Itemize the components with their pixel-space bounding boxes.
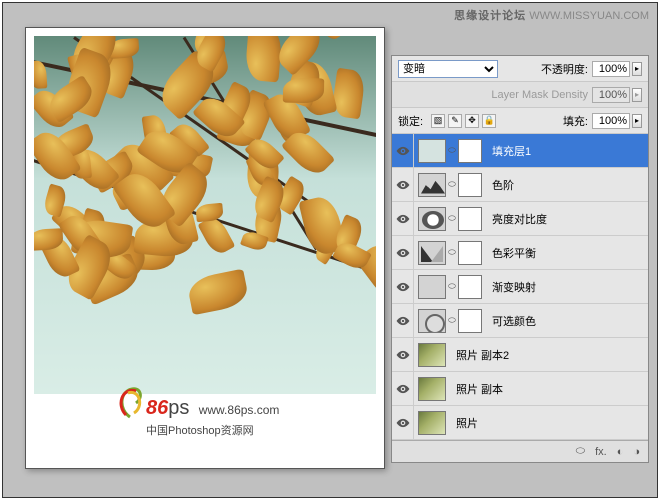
layer-mask-thumb[interactable] [458, 139, 482, 163]
link-icon[interactable]: ⬭ [448, 179, 456, 190]
leaves-art [34, 36, 376, 394]
layer-thumb[interactable] [418, 411, 446, 435]
mask-density-input [592, 87, 630, 103]
logo-url: www.86ps.com [199, 403, 280, 417]
fill-label: 填充: [563, 113, 588, 129]
layer-name: 照片 副本 [456, 381, 503, 397]
layer-name: 亮度对比度 [492, 211, 547, 227]
layer-row[interactable]: 照片 [392, 406, 648, 440]
layer-name: 照片 副本2 [456, 347, 509, 363]
visibility-eye-icon[interactable] [392, 202, 414, 236]
layer-mask-thumb[interactable] [458, 241, 482, 265]
layer-name: 可选颜色 [492, 313, 536, 329]
fill-input[interactable] [592, 113, 630, 129]
lock-row: 锁定: ▧ ✎ ✥ 🔒 填充: ▸ [392, 108, 648, 134]
visibility-eye-icon[interactable] [392, 406, 414, 440]
layer-mask-thumb[interactable] [458, 173, 482, 197]
mask-density-arrow-icon: ▸ [632, 88, 642, 102]
fx-menu[interactable]: fx. [595, 446, 607, 458]
watermark-url: WWW.MISSYUAN.COM [529, 10, 649, 22]
layer-name: 渐变映射 [492, 279, 536, 295]
layer-name: 色彩平衡 [492, 245, 536, 261]
layer-thumb[interactable] [418, 207, 446, 231]
layer-name: 照片 [456, 415, 478, 431]
layer-thumb[interactable] [418, 241, 446, 265]
visibility-eye-icon[interactable] [392, 168, 414, 202]
visibility-eye-icon[interactable] [392, 236, 414, 270]
logo-ps: ps [168, 397, 189, 419]
link-icon[interactable]: ⬭ [448, 281, 456, 292]
adjustment-icon[interactable]: ◑ [633, 446, 640, 458]
fill-field[interactable]: ▸ [592, 113, 642, 129]
layer-thumb[interactable] [418, 309, 446, 333]
layer-thumb[interactable] [418, 173, 446, 197]
layer-row[interactable]: ⬭ 可选颜色 [392, 304, 648, 338]
visibility-eye-icon[interactable] [392, 338, 414, 372]
lock-transparent-icon[interactable]: ▧ [431, 114, 445, 128]
visibility-eye-icon[interactable] [392, 270, 414, 304]
layer-name: 色阶 [492, 177, 514, 193]
mask-density-row: Layer Mask Density ▸ [392, 82, 648, 108]
layer-row[interactable]: 照片 副本2 [392, 338, 648, 372]
mask-density-label: Layer Mask Density [491, 89, 588, 101]
link-icon[interactable]: ⬭ [448, 247, 456, 258]
lock-pixels-icon[interactable]: ✎ [448, 114, 462, 128]
visibility-eye-icon[interactable] [392, 372, 414, 406]
fill-arrow-icon[interactable]: ▸ [632, 114, 642, 128]
lock-position-icon[interactable]: ✥ [465, 114, 479, 128]
link-layers-icon[interactable]: ⬭ [576, 445, 585, 458]
layer-thumb[interactable] [418, 139, 446, 163]
layers-panel: 变暗 不透明度: ▸ Layer Mask Density ▸ 锁定: ▧ ✎ … [391, 55, 649, 463]
link-icon[interactable]: ⬭ [448, 315, 456, 326]
layer-row[interactable]: ⬭ 填充层1 [392, 134, 648, 168]
layer-row[interactable]: ⬭ 色阶 [392, 168, 648, 202]
layer-row[interactable]: ⬭ 渐变映射 [392, 270, 648, 304]
watermark-forum: 思缘设计论坛 [454, 10, 526, 22]
panel-footer: ⬭ fx. ◐ ◑ [392, 440, 648, 462]
layer-row[interactable]: ⬭ 色彩平衡 [392, 236, 648, 270]
layer-row[interactable]: 照片 副本 [392, 372, 648, 406]
opacity-field[interactable]: ▸ [592, 61, 642, 77]
lock-label: 锁定: [398, 113, 423, 129]
blend-row: 变暗 不透明度: ▸ [392, 56, 648, 82]
layer-mask-thumb[interactable] [458, 207, 482, 231]
watermark: 思缘设计论坛 WWW.MISSYUAN.COM [454, 7, 649, 23]
site-logo: 86ps www.86ps.com 中国Photoshop资源网 [146, 397, 279, 438]
logo-swirl-icon [110, 379, 150, 419]
link-icon[interactable]: ⬭ [448, 145, 456, 156]
opacity-label: 不透明度: [541, 61, 588, 77]
layer-thumb[interactable] [418, 343, 446, 367]
opacity-arrow-icon[interactable]: ▸ [632, 62, 642, 76]
layer-mask-thumb[interactable] [458, 309, 482, 333]
link-icon[interactable]: ⬭ [448, 213, 456, 224]
workspace: 思缘设计论坛 WWW.MISSYUAN.COM 86ps www.86ps.co… [2, 2, 658, 498]
add-mask-icon[interactable]: ◐ [617, 446, 624, 458]
visibility-eye-icon[interactable] [392, 134, 414, 168]
photo-preview [34, 36, 376, 394]
layer-thumb[interactable] [418, 377, 446, 401]
opacity-input[interactable] [592, 61, 630, 77]
layer-name: 填充层1 [492, 143, 531, 159]
document-canvas[interactable]: 86ps www.86ps.com 中国Photoshop资源网 [25, 27, 385, 469]
lock-all-icon[interactable]: 🔒 [482, 114, 496, 128]
lock-icons: ▧ ✎ ✥ 🔒 [431, 114, 496, 128]
logo-tagline: 中国Photoshop资源网 [146, 422, 279, 438]
layer-mask-thumb[interactable] [458, 275, 482, 299]
layer-row[interactable]: ⬭ 亮度对比度 [392, 202, 648, 236]
layer-thumb[interactable] [418, 275, 446, 299]
blend-mode-select[interactable]: 变暗 [398, 60, 498, 78]
layer-list: ⬭ 填充层1 ⬭ 色阶 ⬭ 亮度对比度 ⬭ 色彩平衡 ⬭ 渐变映射 ⬭ 可选颜色照片 副本2 照片 副本… [392, 134, 648, 440]
visibility-eye-icon[interactable] [392, 304, 414, 338]
